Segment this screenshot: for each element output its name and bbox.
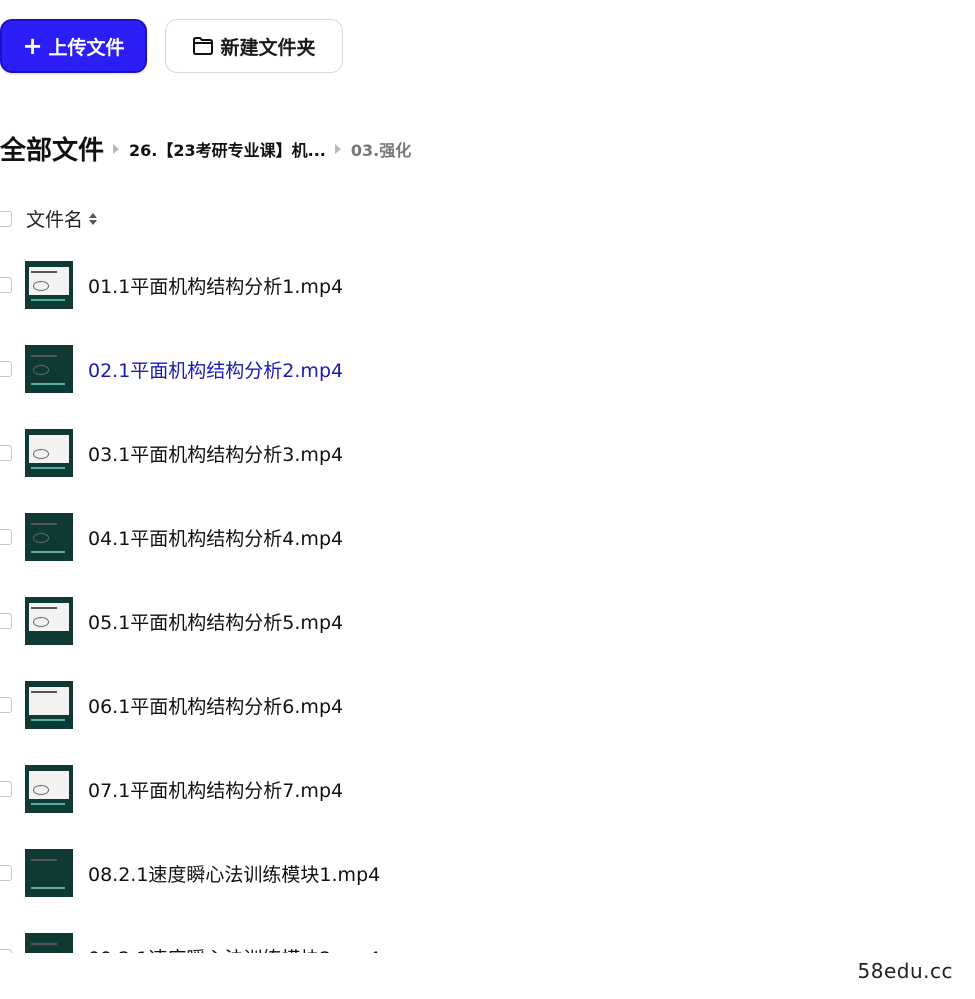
list-item[interactable]: 01.1平面机构结构分析1.mp4 [0,250,600,320]
column-header-filename[interactable]: 文件名 [26,205,83,232]
list-item[interactable]: 02.1平面机构结构分析2.mp4 [0,334,600,404]
video-thumbnail-icon [25,261,73,309]
row-checkbox[interactable] [0,781,12,797]
folder-icon [193,37,214,55]
list-item[interactable]: 03.1平面机构结构分析3.mp4 [0,418,600,488]
list-item[interactable]: 05.1平面机构结构分析5.mp4 [0,586,600,656]
breadcrumb-current: 03.强化 [350,140,412,160]
row-checkbox[interactable] [0,697,12,713]
breadcrumb-root[interactable]: 全部文件 [0,130,104,167]
upload-label: 上传文件 [48,36,125,59]
row-checkbox[interactable] [0,949,12,953]
file-name[interactable]: 07.1平面机构结构分析7.mp4 [88,776,343,803]
file-name[interactable]: 01.1平面机构结构分析1.mp4 [88,272,343,299]
video-thumbnail-icon [25,597,73,645]
file-name[interactable]: 09.2.1速度瞬心法训练模块2.mp4 [88,944,380,954]
video-thumbnail-icon [25,849,73,897]
list-item[interactable]: 06.1平面机构结构分析6.mp4 [0,670,600,740]
file-list: 01.1平面机构结构分析1.mp4 02.1平面机构结构分析2.mp4 03.1… [0,250,975,953]
plus-icon: + [22,32,43,60]
sort-icon[interactable] [89,212,98,225]
new-folder-label: 新建文件夹 [220,36,316,59]
breadcrumb-parent[interactable]: 26.【23考研专业课】机... [129,137,326,161]
video-thumbnail-icon [25,513,73,561]
file-name[interactable]: 06.1平面机构结构分析6.mp4 [88,692,343,719]
video-thumbnail-icon [25,681,73,729]
row-checkbox[interactable] [0,865,12,881]
file-browser-page: + 上传文件 新建文件夹 全部文件 26.【23考研专业课】机... 03.强化… [0,0,975,999]
upload-button[interactable]: + 上传文件 [0,19,147,73]
breadcrumb-chevron-icon [334,143,341,154]
row-checkbox[interactable] [0,529,12,545]
list-item[interactable]: 08.2.1速度瞬心法训练模块1.mp4 [0,838,600,908]
file-name[interactable]: 05.1平面机构结构分析5.mp4 [88,608,343,635]
breadcrumb: 全部文件 26.【23考研专业课】机... 03.强化 [0,130,411,167]
file-name[interactable]: 03.1平面机构结构分析3.mp4 [88,440,343,467]
list-item[interactable]: 07.1平面机构结构分析7.mp4 [0,754,600,824]
row-checkbox[interactable] [0,277,12,293]
file-name[interactable]: 02.1平面机构结构分析2.mp4 [88,356,343,383]
row-checkbox[interactable] [0,361,12,377]
list-item[interactable]: 04.1平面机构结构分析4.mp4 [0,502,600,572]
video-thumbnail-icon [25,429,73,477]
video-thumbnail-icon [25,933,73,953]
list-item[interactable]: 09.2.1速度瞬心法训练模块2.mp4 [0,922,600,953]
new-folder-button[interactable]: 新建文件夹 [165,19,343,73]
video-thumbnail-icon [25,345,73,393]
video-thumbnail-icon [25,765,73,813]
list-header: 文件名 [0,205,98,232]
watermark: 58edu.cc [857,959,953,983]
row-checkbox[interactable] [0,613,12,629]
file-name[interactable]: 08.2.1速度瞬心法训练模块1.mp4 [88,860,380,887]
file-name[interactable]: 04.1平面机构结构分析4.mp4 [88,524,343,551]
row-checkbox[interactable] [0,445,12,461]
select-all-checkbox[interactable] [0,210,12,227]
breadcrumb-chevron-icon [113,143,120,154]
toolbar: + 上传文件 新建文件夹 [0,19,343,73]
